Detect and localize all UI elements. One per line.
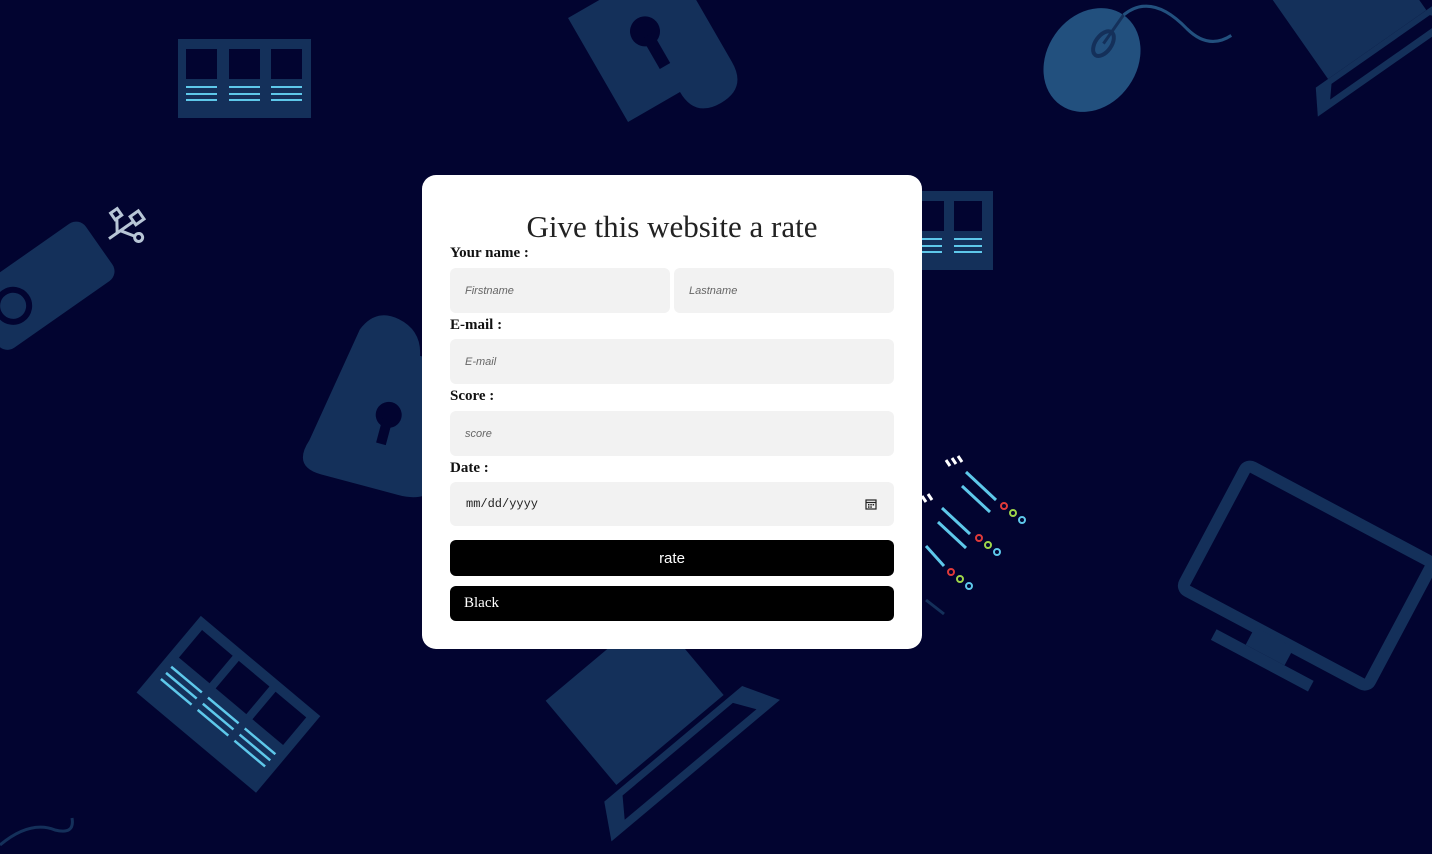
window-grid-icon <box>178 39 311 118</box>
email-label: E-mail : <box>450 317 503 333</box>
calendar-icon[interactable] <box>864 497 878 511</box>
monitor-icon <box>1177 460 1432 692</box>
window-grid-icon <box>136 615 321 793</box>
name-label: Your name : <box>450 245 529 261</box>
email-input[interactable] <box>450 339 894 384</box>
date-input[interactable]: mm/dd/yyyy <box>450 482 894 526</box>
form-title: Give this website a rate <box>526 209 818 244</box>
code-lines-icon <box>920 455 1026 616</box>
usb-drive-icon <box>0 206 147 350</box>
score-label: Score : <box>450 388 495 404</box>
date-label: Date : <box>450 460 489 476</box>
lastname-input[interactable] <box>674 268 894 313</box>
rating-form-card: Give this website a rate Your name : E-m… <box>422 175 922 649</box>
score-input[interactable] <box>450 411 894 456</box>
laptop-icon <box>1270 0 1432 117</box>
mouse-icon <box>1043 4 1233 112</box>
cable-icon <box>0 817 74 847</box>
cloud-lock-icon <box>568 0 738 122</box>
theme-select[interactable]: Black <box>450 586 894 621</box>
date-placeholder: mm/dd/yyyy <box>466 497 539 511</box>
rate-button[interactable]: rate <box>450 540 894 576</box>
firstname-input[interactable] <box>450 268 670 313</box>
